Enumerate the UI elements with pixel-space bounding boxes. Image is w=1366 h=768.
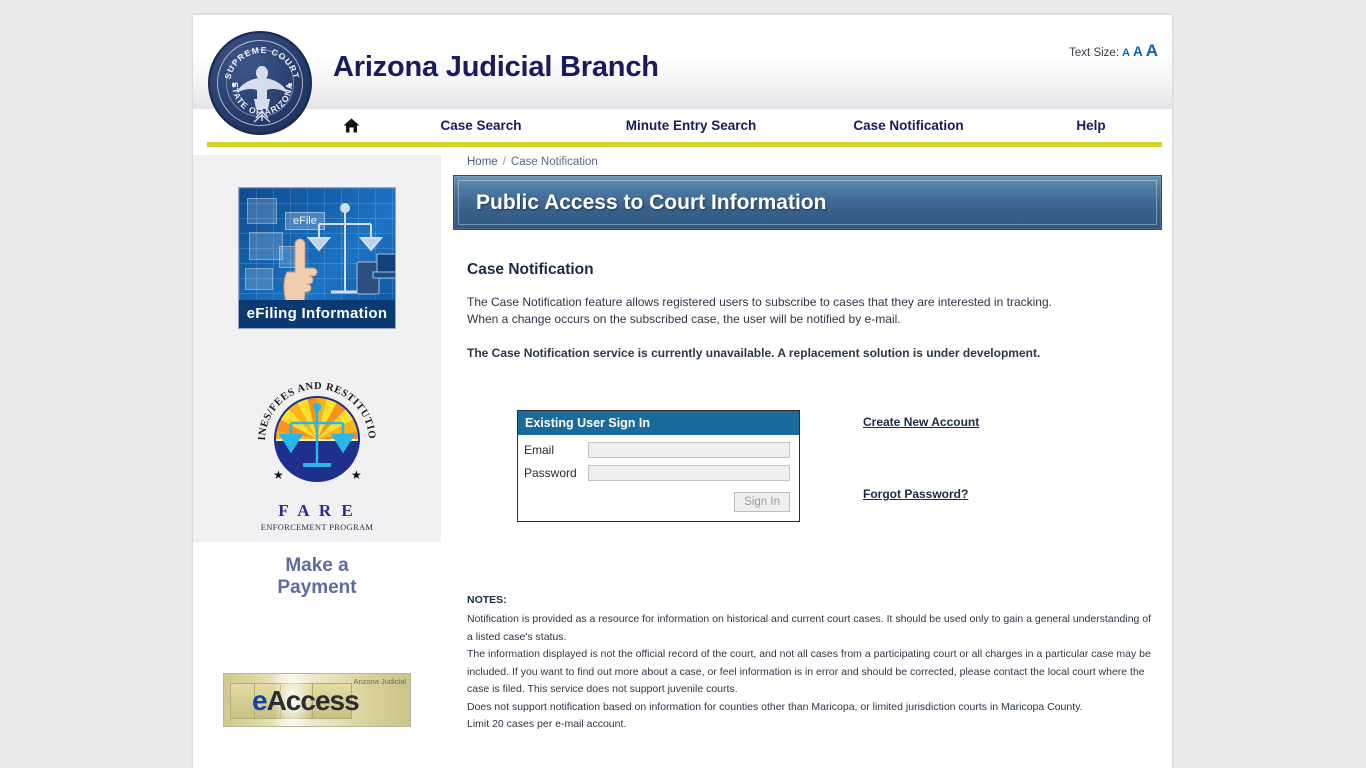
nav-item-case-search[interactable]: Case Search: [381, 118, 581, 133]
nav-item-minute-entry-search[interactable]: Minute Entry Search: [581, 118, 801, 133]
breadcrumb-separator: /: [502, 156, 506, 168]
make-a-payment-link[interactable]: Make a Payment: [193, 555, 441, 599]
devices-icon: [356, 253, 395, 295]
text-size-label: Text Size:: [1069, 47, 1120, 59]
eaccess-e-letter: e: [252, 685, 268, 716]
text-size-large-button[interactable]: A: [1146, 41, 1158, 61]
nav-item-help[interactable]: Help: [1016, 118, 1166, 133]
forgot-password-link[interactable]: Forgot Password?: [863, 487, 979, 501]
page-title: Public Access to Court Information: [476, 190, 827, 214]
email-field-row: Email: [524, 442, 790, 458]
create-new-account-link[interactable]: Create New Account: [863, 415, 979, 429]
eaccess-banner[interactable]: eAccess Arizona Judicial: [223, 673, 411, 727]
notes-line: Does not support notification based on i…: [467, 700, 1083, 713]
signin-links: Create New Account Forgot Password?: [863, 410, 979, 501]
arizona-supreme-court-seal-icon: SUPREME COURT STATE OF ARIZONA: [208, 31, 312, 135]
eaccess-access-text: Access: [266, 685, 360, 716]
text-size-small-button[interactable]: A: [1122, 47, 1130, 59]
efiling-caption: eFiling Information: [239, 300, 395, 328]
notes-section: NOTES: Notification is provided as a res…: [467, 594, 1162, 734]
signin-box: Existing User Sign In Email Password Sig…: [517, 410, 800, 522]
site-header: SUPREME COURT STATE OF ARIZONA Arizona J…: [193, 15, 1172, 135]
page-content: eFile eFiling Information INES/FEES AND …: [193, 147, 1172, 734]
email-label: Email: [524, 443, 555, 457]
eaccess-corner-text: Arizona Judicial: [353, 677, 406, 686]
breadcrumb: Home / Case Notification: [453, 147, 1162, 175]
home-icon: [343, 118, 359, 133]
notes-line: Notification is provided as a resource f…: [467, 613, 1152, 643]
email-input[interactable]: [588, 442, 790, 458]
notes-line: Limit 20 cases per e-mail account.: [467, 718, 627, 730]
make-a-payment-line-2: Payment: [277, 577, 357, 598]
nav-home-button[interactable]: [321, 118, 381, 133]
page-container: SUPREME COURT STATE OF ARIZONA Arizona J…: [193, 15, 1172, 768]
efiling-information-banner[interactable]: eFile eFiling Information: [238, 187, 396, 329]
text-size-medium-button[interactable]: A: [1133, 44, 1143, 59]
password-label: Password: [524, 466, 577, 480]
site-brand-title: Arizona Judicial Branch: [333, 51, 659, 83]
breadcrumb-current: Case Notification: [510, 156, 598, 168]
nav-item-case-notification[interactable]: Case Notification: [801, 118, 1016, 133]
fare-subtitle: ENFORCEMENT PROGRAM: [260, 522, 374, 532]
page-banner: Public Access to Court Information: [453, 175, 1162, 230]
fare-logo-block: FINES/FEES AND RESTITUTION ★ ★ F A R E E…: [193, 371, 441, 536]
text-size-control: Text Size: A A A: [1069, 41, 1158, 61]
service-unavailable-notice: The Case Notification service is current…: [467, 346, 1041, 360]
notes-line: The information displayed is not the off…: [467, 648, 1151, 695]
svg-text:★: ★: [273, 468, 284, 482]
eaccess-wordmark: eAccess: [252, 685, 360, 717]
main-navigation: Case Search Minute Entry Search Case Not…: [193, 109, 1172, 142]
section-heading: Case Notification: [467, 261, 594, 278]
sign-in-button[interactable]: Sign In: [734, 492, 790, 512]
pointing-hand-icon: [283, 238, 318, 307]
sidebar-panel: eFile eFiling Information INES/FEES AND …: [193, 155, 441, 542]
intro-paragraph-1: The Case Notification feature allows reg…: [467, 295, 1052, 309]
fare-logo-icon[interactable]: FINES/FEES AND RESTITUTION ★ ★: [247, 371, 383, 503]
signin-section: Existing User Sign In Email Password Sig…: [517, 410, 1162, 522]
make-a-payment-line-1: Make a: [285, 555, 349, 576]
signin-box-header: Existing User Sign In: [518, 411, 799, 435]
fare-name: F A R E: [278, 501, 356, 520]
main-column: Home / Case Notification Public Access to …: [441, 147, 1172, 734]
intro-paragraph-2: When a change occurs on the subscribed c…: [467, 312, 901, 326]
password-field-row: Password: [524, 465, 790, 481]
breadcrumb-home-link[interactable]: Home: [467, 156, 498, 168]
notes-title: NOTES:: [467, 594, 507, 606]
password-input[interactable]: [588, 465, 790, 481]
sidebar: eFile eFiling Information INES/FEES AND …: [193, 147, 441, 734]
svg-text:★: ★: [351, 468, 362, 482]
